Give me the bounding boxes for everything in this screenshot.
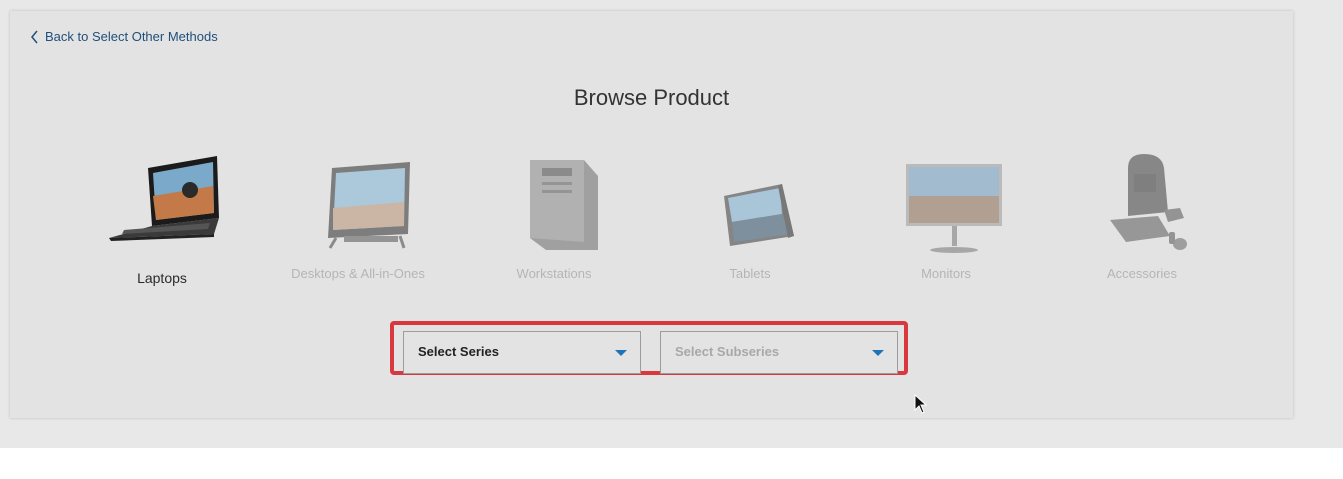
category-laptops[interactable]: Laptops: [64, 146, 260, 316]
monitor-icon: [906, 164, 1002, 253]
category-list: Laptops Desktops & All-in-Ones Workstati…: [64, 146, 1240, 316]
category-monitors[interactable]: Monitors: [848, 146, 1044, 316]
laptop-icon: [109, 156, 219, 241]
caret-down-icon: [615, 350, 627, 356]
workstation-tower-icon: [530, 160, 598, 250]
category-label: Laptops: [137, 270, 187, 286]
category-tablets[interactable]: Tablets: [652, 146, 848, 316]
category-desktops[interactable]: Desktops & All-in-Ones: [260, 146, 456, 316]
chevron-left-icon: [31, 30, 38, 43]
back-link-label: Back to Select Other Methods: [45, 29, 218, 44]
category-label: Desktops & All-in-Ones: [291, 266, 425, 281]
category-label: Tablets: [729, 266, 771, 281]
series-select[interactable]: Select Series: [403, 331, 641, 374]
mouse-pointer-icon: [914, 394, 928, 414]
category-label: Monitors: [921, 266, 971, 281]
back-to-methods-link[interactable]: Back to Select Other Methods: [30, 29, 218, 44]
tablet-icon: [724, 184, 794, 246]
subseries-select[interactable]: Select Subseries: [660, 331, 898, 374]
browse-product-card: Back to Select Other Methods Browse Prod…: [10, 11, 1293, 418]
page-title: Browse Product: [573, 85, 730, 110]
category-accessories[interactable]: Accessories: [1044, 146, 1240, 316]
all-in-one-desktop-icon: [328, 162, 410, 249]
subseries-select-value: Select Subseries: [675, 344, 780, 359]
caret-down-icon: [872, 350, 884, 356]
category-workstations[interactable]: Workstations: [456, 146, 652, 316]
category-label: Workstations: [516, 266, 592, 281]
series-select-value: Select Series: [418, 344, 499, 359]
category-label: Accessories: [1106, 266, 1178, 281]
accessories-icon: [1110, 154, 1187, 250]
